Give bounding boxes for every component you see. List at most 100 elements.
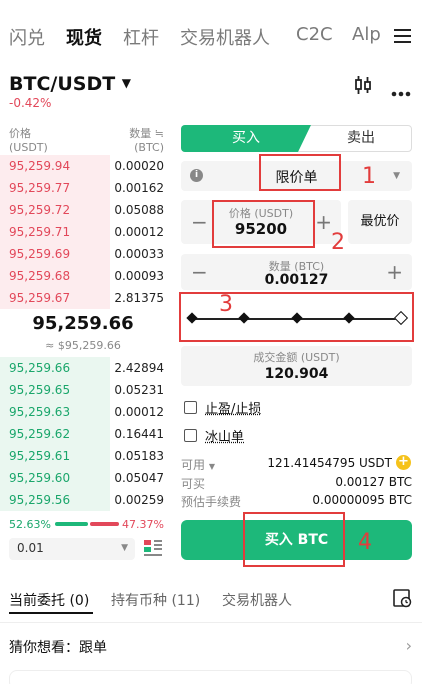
bid-qty: 0.05183 [114,445,164,467]
ask-row[interactable]: 95,259.67 2.81375 [0,287,166,309]
nav-tab-margin[interactable]: 杠杆 [123,24,159,50]
bid-row[interactable]: 95,259.62 0.16441 [0,423,166,445]
ask-price: 95,259.72 [9,199,70,221]
kline-chart-icon[interactable] [353,76,373,94]
sell-ratio-bar [90,522,119,526]
ask-qty: 2.81375 [114,287,164,309]
pair-title[interactable]: BTC/USDT ▼ [9,73,131,95]
orderbook-layout-icon[interactable] [144,540,162,558]
iceberg-label[interactable]: 冰山单 [205,426,244,445]
buy-ratio: 52.63% [9,518,51,531]
plus-icon[interactable]: + [386,260,403,284]
annotation-number-4: 4 [358,530,372,555]
ob-qty-unit: (BTC) [134,141,164,154]
bid-row[interactable]: 95,259.56 0.00259 [0,489,166,511]
bid-price: 95,259.65 [9,379,70,401]
ob-qty-header[interactable]: 数量 ≒ [129,125,164,141]
plus-icon[interactable]: + [315,210,332,234]
precision-value: 0.01 [17,541,44,555]
tab-open-orders[interactable]: 当前委托 (0) [9,590,89,610]
caret-down-icon: ▼ [122,76,131,90]
ask-qty: 0.00033 [114,243,164,265]
annotation-box-2 [212,200,315,248]
can-buy-value: 0.00127 BTC [335,475,412,489]
ask-price: 95,259.77 [9,177,70,199]
pair-label: BTC/USDT [9,73,115,95]
ask-price: 95,259.68 [9,265,70,287]
caret-down-icon: ▼ [121,543,128,553]
tab-holdings[interactable]: 持有币种 (11) [111,590,200,610]
recommend-card[interactable] [9,670,412,684]
bid-price: 95,259.56 [9,489,70,511]
available-value: 121.41454795 USDT [267,456,392,470]
ob-price-header: 价格 [9,125,31,141]
buy-ratio-bar [55,522,88,526]
guess-you-want[interactable]: 猜你想看：跟单 [9,637,107,657]
bid-qty: 0.05231 [114,379,164,401]
nav-tab-trading-bot[interactable]: 交易机器人 [180,24,270,50]
quantity-input[interactable]: − 数量 (BTC) 0.00127 + [181,254,412,290]
ask-qty: 0.00020 [114,155,164,177]
annotation-box-4 [243,512,345,567]
ask-price: 95,259.94 [9,155,70,177]
total-label: 成交金额 (USDT) [181,349,412,365]
menu-icon[interactable] [394,28,411,44]
ask-row[interactable]: 95,259.77 0.00162 [0,177,166,199]
bid-price: 95,259.66 [9,357,70,379]
tpsl-label[interactable]: 止盈/止损 [205,398,261,417]
caret-down-icon: ▼ [209,462,215,471]
precision-select[interactable]: 0.01 ▼ [9,538,135,560]
ask-price: 95,259.67 [9,287,70,309]
annotation-number-1: 1 [362,164,376,189]
annotation-box-1 [259,154,341,191]
bid-price: 95,259.63 [9,401,70,423]
total-value: 120.904 [181,366,412,382]
bid-row[interactable]: 95,259.60 0.05047 [0,467,166,489]
chevron-right-icon[interactable]: › [406,636,412,655]
divider [0,622,422,623]
tpsl-checkbox[interactable] [184,401,197,414]
ask-price: 95,259.71 [9,221,70,243]
ask-price: 95,259.69 [9,243,70,265]
annotation-number-2: 2 [331,230,345,255]
nav-tab-alpha[interactable]: Alp [352,24,381,45]
add-funds-icon[interactable]: + [396,455,411,470]
nav-tab-c2c[interactable]: C2C [296,24,333,45]
sell-ratio: 47.37% [122,518,164,531]
ask-row[interactable]: 95,259.68 0.00093 [0,265,166,287]
bid-price: 95,259.60 [9,467,70,489]
bid-row[interactable]: 95,259.61 0.05183 [0,445,166,467]
best-price-button[interactable]: 最优价 [348,200,412,244]
nav-tab-spot[interactable]: 现货 [66,24,102,50]
ask-qty: 0.00012 [114,221,164,243]
ask-row[interactable]: 95,259.72 0.05088 [0,199,166,221]
ask-qty: 0.00093 [114,265,164,287]
more-icon[interactable] [391,82,411,88]
available-label: 可用 ▼ [181,456,215,473]
tab-trading-bot[interactable]: 交易机器人 [222,590,292,610]
bid-qty: 0.16441 [114,423,164,445]
ask-row[interactable]: 95,259.71 0.00012 [0,221,166,243]
tab-active-indicator [9,612,93,614]
bid-row[interactable]: 95,259.63 0.00012 [0,401,166,423]
fee-label: 预估手续费 [181,493,241,510]
iceberg-checkbox[interactable] [184,429,197,442]
annotation-box-3 [179,292,414,342]
last-price: 95,259.66 [0,313,166,334]
ask-qty: 0.00162 [114,177,164,199]
ask-row[interactable]: 95,259.69 0.00033 [0,243,166,265]
ob-price-unit: (USDT) [9,141,48,154]
nav-tab-flash-swap[interactable]: 闪兑 [9,24,45,50]
ask-qty: 0.05088 [114,199,164,221]
bid-row[interactable]: 95,259.66 2.42894 [0,357,166,379]
sell-tab[interactable]: 卖出 [310,125,412,152]
bid-qty: 2.42894 [114,357,164,379]
fee-value: 0.00000095 BTC [312,493,412,507]
can-buy-label: 可买 [181,475,205,492]
ask-row[interactable]: 95,259.94 0.00020 [0,155,166,177]
bid-row[interactable]: 95,259.65 0.05231 [0,379,166,401]
buy-tab[interactable]: 买入 [181,125,311,152]
total-amount[interactable]: 成交金额 (USDT) 120.904 [181,346,412,386]
bid-qty: 0.00259 [114,489,164,511]
order-history-icon[interactable] [393,589,412,608]
